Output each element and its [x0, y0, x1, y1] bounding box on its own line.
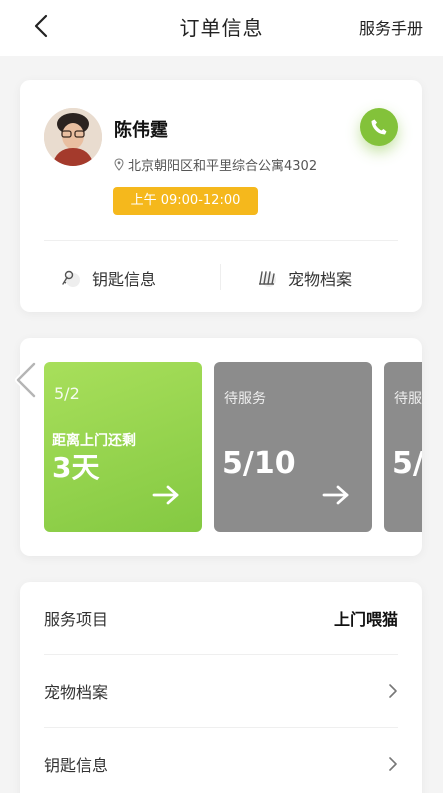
key-icon: [62, 270, 80, 287]
customer-address: 北京朝阳区和平里综合公寓4302: [114, 155, 317, 174]
key-info-row-label: 钥匙信息: [44, 756, 109, 775]
pet-profile-icon: [259, 271, 276, 287]
order-info-card: 服务项目 上门喂猫 宠物档案 钥匙信息: [20, 582, 422, 793]
chevron-right-icon: [389, 684, 397, 698]
customer-name: 陈伟霆: [114, 120, 168, 141]
phone-icon: [371, 119, 387, 135]
key-info-label: 钥匙信息: [92, 270, 157, 289]
service-manual-link[interactable]: 服务手册: [359, 15, 423, 39]
chevron-right-icon: [389, 757, 397, 771]
arrow-right-icon: [152, 485, 179, 505]
pet-profile-link[interactable]: 宠物档案: [256, 266, 352, 290]
arrow-right-icon: [322, 485, 349, 505]
schedule-tile[interactable]: 待服务 5/10: [214, 362, 372, 532]
location-pin-icon: [114, 158, 124, 171]
nav-bar: 订单信息 服务手册: [0, 0, 443, 56]
service-item-label: 服务项目: [44, 610, 109, 629]
service-item-row: 服务项目 上门喂猫: [44, 582, 398, 654]
schedule-tile-current[interactable]: 5/2 距离上门还剩 3天: [44, 362, 202, 532]
tile-status: 待服务: [224, 391, 266, 407]
divider: [44, 240, 398, 241]
carousel-prev-icon[interactable]: [8, 360, 40, 400]
tile-date: 5/10: [222, 446, 296, 481]
pet-profile-row[interactable]: 宠物档案: [44, 655, 398, 727]
tile-status: 待服: [394, 391, 422, 407]
customer-card: 陈伟霆 北京朝阳区和平里综合公寓4302 上午 09:00-12:00 钥匙信息…: [20, 80, 422, 312]
call-button[interactable]: [360, 108, 398, 146]
key-info-row[interactable]: 钥匙信息: [44, 728, 398, 793]
schedule-tile[interactable]: 待服 5/: [384, 362, 422, 532]
time-slot-badge: 上午 09:00-12:00: [113, 187, 258, 215]
avatar: [44, 108, 102, 166]
service-item-value: 上门喂猫: [333, 610, 398, 629]
schedule-carousel: 5/2 距离上门还剩 3天 待服务 5/10 待服 5/: [20, 338, 422, 556]
pet-profile-row-label: 宠物档案: [44, 683, 109, 702]
tile-date: 5/: [392, 446, 422, 481]
address-text: 北京朝阳区和平里综合公寓4302: [128, 159, 318, 174]
key-info-link[interactable]: 钥匙信息: [60, 266, 156, 290]
tile-date: 5/2: [54, 384, 80, 403]
tile-countdown: 3天: [52, 451, 100, 484]
pet-profile-label: 宠物档案: [288, 270, 353, 289]
link-divider: [220, 264, 221, 290]
